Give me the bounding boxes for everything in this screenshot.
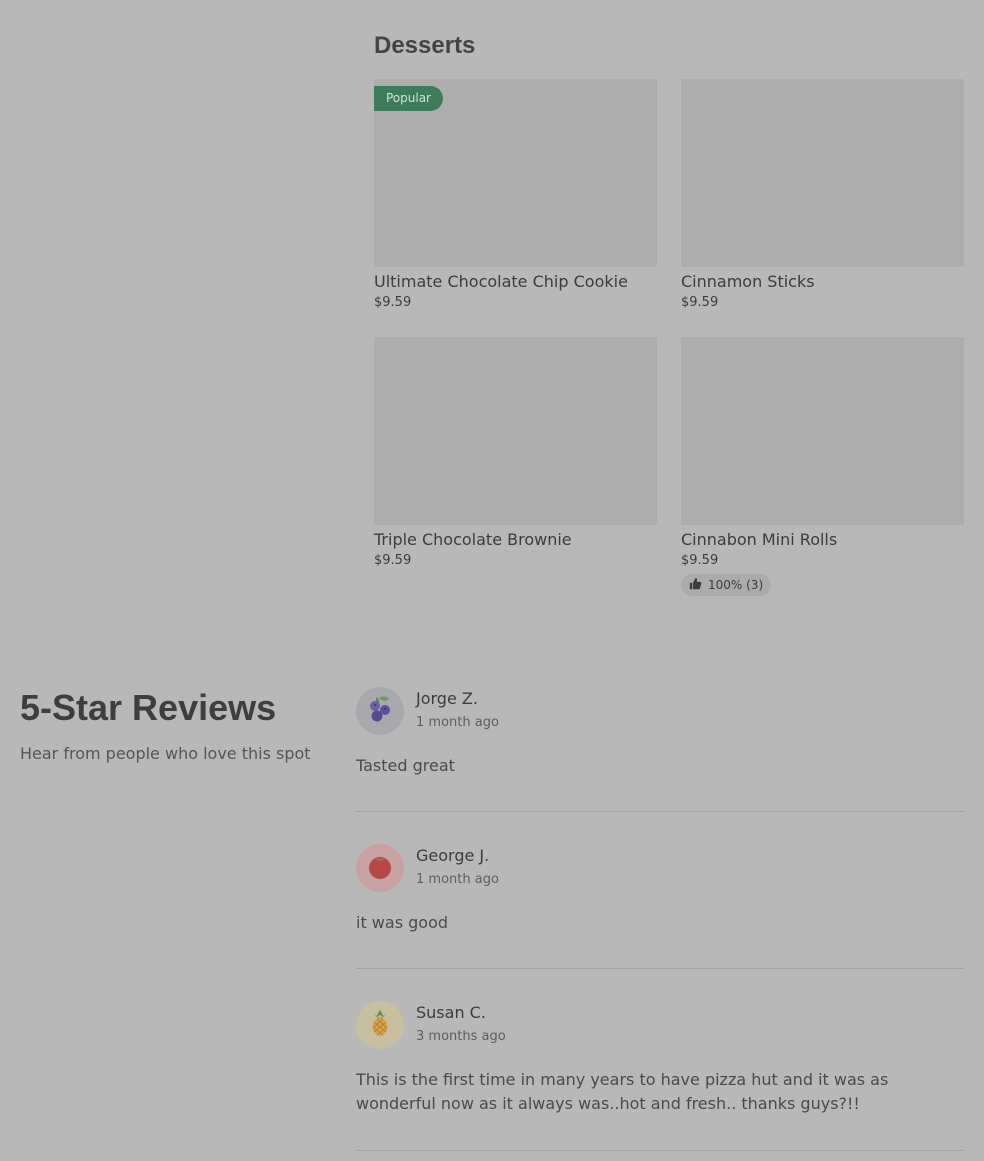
- menu-item-name: Ultimate Chocolate Chip Cookie: [374, 272, 628, 291]
- menu-item-name: Cinnabon Mini Rolls: [681, 530, 838, 549]
- review-item: Jorge Z. 1 month ago Tasted great: [356, 687, 964, 812]
- menu-item-name: Triple Chocolate Brownie: [374, 530, 572, 549]
- menu-item-image[interactable]: [681, 337, 964, 525]
- menu-item-card[interactable]: Triple Chocolate Brownie $9.59: [374, 337, 657, 595]
- review-author: Jorge Z.: [416, 689, 478, 708]
- review-time: 1 month ago: [416, 715, 499, 730]
- menu-item-card[interactable]: Popular Ultimate Chocolate Chip Cookie $…: [374, 79, 657, 337]
- menu-item-card[interactable]: Cinnamon Sticks $9.59: [681, 79, 964, 337]
- avatar: [356, 687, 404, 735]
- review-author: George J.: [416, 846, 490, 865]
- avatar: [356, 844, 404, 892]
- review-text: it was good: [356, 913, 449, 932]
- rating-pill: 100% (3): [681, 574, 772, 596]
- reviews-list: Jorge Z. 1 month ago Tasted great George…: [356, 687, 964, 1151]
- menu-item-price: $9.59: [374, 295, 412, 310]
- menu-item-price: $9.59: [681, 553, 719, 568]
- review-time: 3 months ago: [416, 1029, 506, 1044]
- review-item: George J. 1 month ago it was good: [356, 812, 964, 969]
- menu-item-card[interactable]: Cinnabon Mini Rolls $9.59 100% (3): [681, 337, 964, 596]
- popular-badge: Popular: [374, 86, 443, 111]
- menu-item-image[interactable]: [681, 79, 964, 267]
- review-text: Tasted great: [356, 756, 455, 775]
- menu-item-price: $9.59: [681, 295, 719, 310]
- menu-item-price: $9.59: [374, 553, 412, 568]
- blueberry-icon: [365, 694, 395, 728]
- reviews-heading: 5-Star Reviews: [20, 687, 277, 728]
- tomato-icon: [365, 851, 395, 885]
- section-title: Desserts: [374, 32, 476, 59]
- avatar: [356, 1001, 404, 1049]
- review-item: Susan C. 3 months ago This is the first …: [356, 969, 964, 1151]
- review-time: 1 month ago: [416, 872, 499, 887]
- reviews-subheading: Hear from people who love this spot: [20, 744, 311, 763]
- review-text: This is the first time in many years to …: [356, 1070, 889, 1113]
- thumbs-up-icon: [689, 577, 702, 593]
- review-author: Susan C.: [416, 1003, 486, 1022]
- menu-item-image[interactable]: [374, 337, 657, 525]
- rating-text: 100% (3): [708, 578, 764, 592]
- pineapple-icon: [365, 1008, 395, 1042]
- menu-item-name: Cinnamon Sticks: [681, 272, 815, 291]
- menu-item-image[interactable]: Popular: [374, 79, 657, 267]
- menu-grid: Popular Ultimate Chocolate Chip Cookie $…: [374, 79, 964, 596]
